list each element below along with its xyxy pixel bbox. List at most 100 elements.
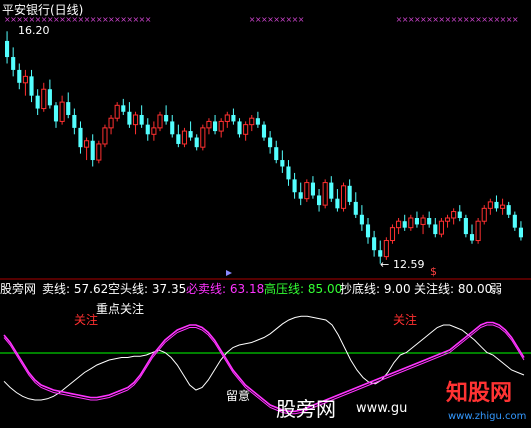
candle-body [469, 234, 475, 241]
candle-body [512, 214, 517, 228]
maixian-value: 卖线: 57.62 [42, 282, 108, 296]
watermark-zhigu: 知股网 [446, 380, 512, 406]
kongtou-value: 空头线: 37.35 [108, 282, 186, 296]
candle-body [304, 182, 310, 200]
candle-body [500, 204, 506, 209]
candle-body [335, 198, 340, 209]
candle-body [518, 227, 523, 238]
sell-marker: $ [430, 265, 437, 278]
candle-body [218, 120, 224, 132]
candle-body [22, 75, 28, 84]
candle-body [274, 147, 279, 161]
candle-body [255, 118, 260, 125]
candle-body [353, 201, 358, 215]
candle-body [506, 205, 511, 215]
candle-body [17, 69, 22, 83]
watermark-url: www.gu [356, 401, 407, 416]
candle-body [213, 121, 218, 132]
candle-body [286, 166, 291, 180]
candle-body [224, 114, 230, 122]
candle-body [102, 127, 108, 145]
candle-body [383, 240, 389, 258]
candle-body [340, 185, 347, 209]
candle-body [457, 211, 462, 218]
candle-body [84, 140, 90, 148]
candle-body [347, 185, 352, 202]
bimai-value: 必卖线: 63.18 [186, 282, 264, 296]
candle-body [72, 114, 77, 128]
candle-body [41, 88, 47, 110]
candle-body [372, 237, 377, 251]
candle-body [317, 195, 322, 206]
candle-body [200, 127, 206, 148]
candle-body [206, 120, 212, 129]
indicator-name: 股旁网 [0, 281, 36, 296]
candle-body [47, 89, 52, 106]
zhongdian-label: 重点关注 [96, 301, 144, 316]
candle-body [96, 143, 102, 161]
candle-body [310, 182, 315, 196]
candle-body [237, 121, 242, 135]
signal-x-mark: × [145, 15, 152, 24]
candle-body [181, 130, 188, 145]
liuyi-label: 留意 [226, 388, 250, 403]
ruo-label: 弱 [490, 282, 502, 296]
candle-body [231, 114, 236, 122]
candle-body [438, 220, 444, 235]
candle-body [59, 101, 65, 122]
candle-body [359, 214, 364, 225]
candle-body [176, 134, 181, 144]
candle-body [11, 57, 16, 70]
candle-body [451, 211, 457, 219]
candle-body [151, 127, 157, 135]
candle-body [194, 137, 199, 148]
price-high-label: 16.20 [18, 24, 50, 37]
candle-body [433, 224, 438, 235]
candle-body [268, 137, 273, 148]
candle-body [29, 76, 34, 96]
price-low-label: 12.59 [393, 258, 425, 271]
candle-body [132, 114, 139, 126]
candle-body [378, 250, 383, 257]
signal-x-mark: × [512, 15, 519, 24]
candle-body [145, 124, 150, 135]
candle-body [463, 218, 468, 235]
candle-body [389, 227, 396, 242]
candle-body [396, 220, 402, 229]
candle-body [90, 140, 95, 161]
candle-body [170, 121, 175, 135]
candle-body [414, 218, 419, 225]
candle-body [494, 201, 499, 209]
candle-body [249, 117, 255, 126]
candle-body [420, 217, 426, 225]
candle-body [35, 95, 40, 109]
candle-body [139, 114, 144, 125]
candle-body [475, 220, 481, 242]
candle-body [114, 104, 120, 119]
candle-body [280, 160, 285, 167]
candle-body [121, 105, 126, 112]
candle-body [292, 179, 297, 193]
candle-body [444, 217, 451, 222]
candle-body [261, 124, 267, 138]
candle-body [108, 117, 114, 129]
candle-body [53, 105, 59, 122]
candle-body [481, 207, 487, 222]
candle-body [188, 131, 193, 138]
candle-body [322, 182, 328, 206]
candle-body [298, 192, 303, 199]
signal-markers: × × × × × × × × × × × × × × × × × × × × × × × × × × × × × × × × × × × × × × × ×… [4, 15, 518, 24]
signal-x-mark: × [298, 15, 305, 24]
gaoya-value: 高压线: 85.00 [264, 281, 342, 296]
stock-chart: 平安银行(日线) × × × × × × × × × × × × × × × × × × × × × × × × × × × × × × ×… [0, 0, 531, 428]
low-arrow: ← [380, 258, 389, 271]
candle-body [66, 102, 71, 115]
chaodi-value: 抄底线: 9.00 [340, 281, 411, 296]
candle-body [127, 111, 132, 125]
candle-body [157, 114, 163, 129]
candle-body [164, 114, 169, 122]
candle-body [329, 182, 334, 199]
guanzhu-label-1: 关注 [74, 312, 98, 327]
watermark-gupang: 股旁网 [276, 397, 336, 421]
indicator-header: 股旁网 卖线: 57.62 空头线: 37.35 必卖线: 63.18 高压线:… [0, 281, 502, 296]
